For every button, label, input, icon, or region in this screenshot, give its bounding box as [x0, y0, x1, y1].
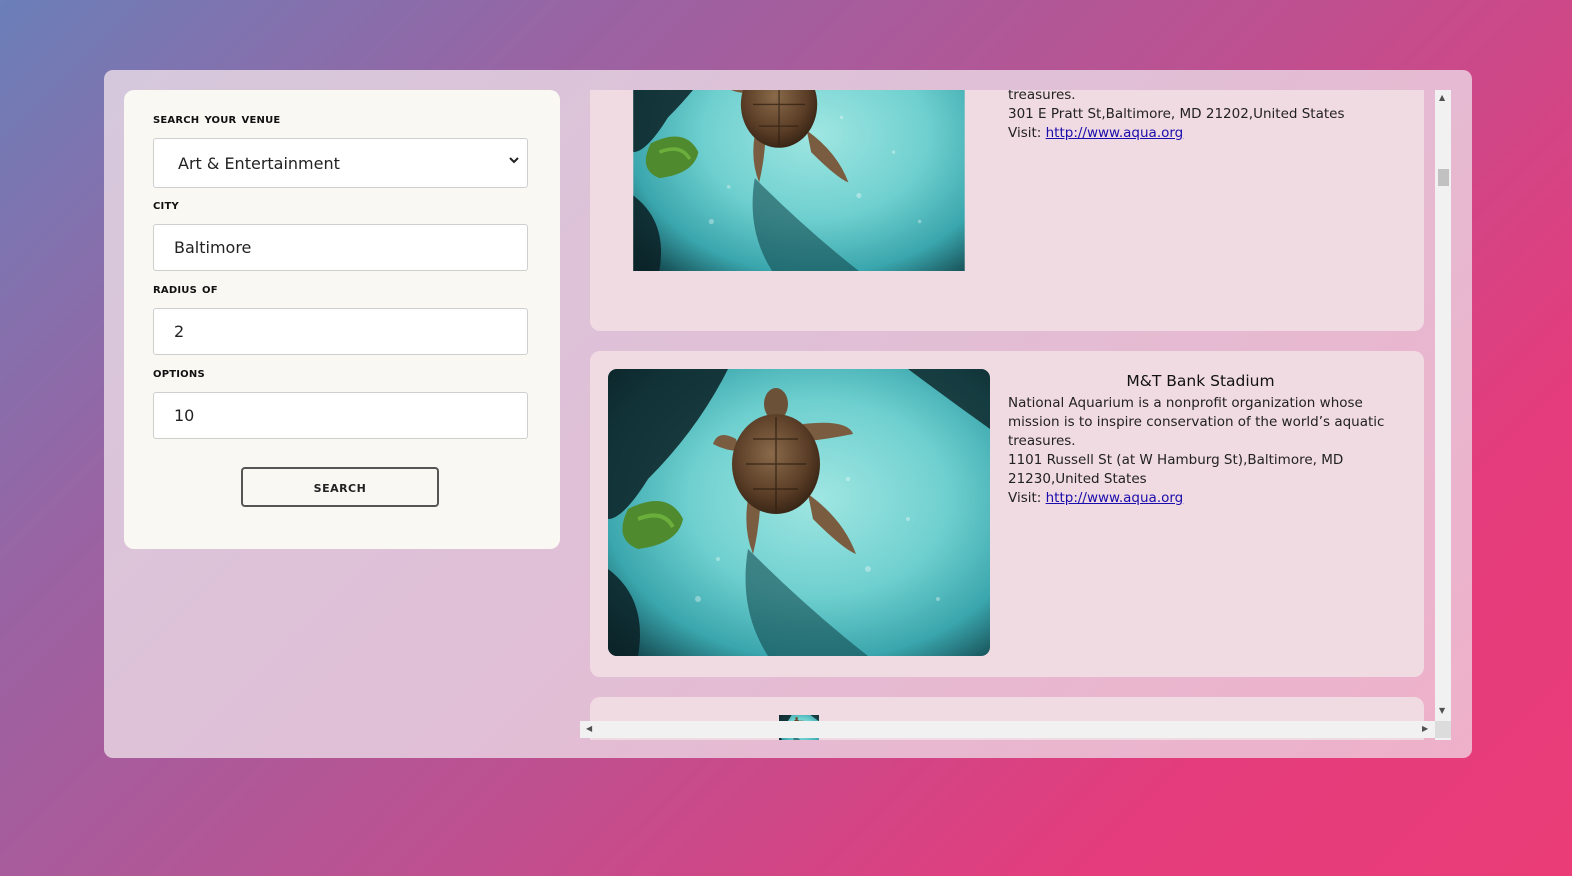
result-address: 301 E Pratt St,Baltimore, MD 21202,Unite…	[1008, 106, 1345, 122]
city-input-value: Baltimore	[174, 238, 252, 257]
arrow-right-icon[interactable]: ▶	[1422, 725, 1428, 733]
result-visit: Visit: http://www.aqua.org	[1008, 124, 1393, 143]
result-image	[608, 369, 990, 656]
result-info: M&T Bank Stadium National Aquarium is a …	[1008, 372, 1393, 508]
result-info: treasures. 301 E Pratt St,Baltimore, MD …	[1008, 90, 1393, 143]
chevron-down-icon	[509, 157, 519, 164]
scrollbar-corner	[1435, 721, 1451, 738]
arrow-up-icon[interactable]: ▲	[1439, 94, 1445, 102]
radius-input[interactable]: 2	[153, 308, 528, 355]
result-title: M&T Bank Stadium	[1126, 372, 1275, 390]
visit-prefix: Visit:	[1008, 490, 1046, 506]
visit-prefix: Visit:	[1008, 125, 1046, 141]
vertical-scrollbar[interactable]: ▲ ▼	[1435, 90, 1451, 740]
options-label: options	[153, 365, 205, 381]
scroll-thumb[interactable]	[1438, 169, 1449, 186]
options-input[interactable]: 10	[153, 392, 528, 439]
result-card: M&T Bank Stadium National Aquarium is a …	[590, 351, 1424, 677]
horizontal-scrollbar[interactable]: ◀ ▶	[580, 721, 1435, 738]
radius-label: radius of	[153, 281, 218, 297]
radius-input-value: 2	[174, 322, 185, 341]
result-visit: Visit: http://www.aqua.org	[1008, 489, 1393, 508]
search-button[interactable]: search	[241, 467, 439, 507]
result-card: treasures. 301 E Pratt St,Baltimore, MD …	[590, 90, 1424, 331]
result-link[interactable]: http://www.aqua.org	[1046, 125, 1184, 141]
result-description: treasures.	[1008, 90, 1076, 103]
venue-label: search your venue	[153, 111, 281, 127]
results-list[interactable]: treasures. 301 E Pratt St,Baltimore, MD …	[580, 90, 1452, 740]
arrow-left-icon[interactable]: ◀	[586, 725, 592, 733]
result-description: National Aquarium is a nonprofit organiz…	[1008, 395, 1385, 449]
city-label: city	[153, 197, 179, 213]
city-input[interactable]: Baltimore	[153, 224, 528, 271]
options-input-value: 10	[174, 406, 195, 425]
result-image	[608, 90, 990, 309]
venue-select-value: Art & Entertainment	[178, 153, 340, 173]
main-panel: search your venue Art & Entertainment ci…	[104, 70, 1472, 758]
venue-select[interactable]: Art & Entertainment	[153, 138, 528, 188]
result-link[interactable]: http://www.aqua.org	[1046, 490, 1184, 506]
result-address: 1101 Russell St (at W Hamburg St),Baltim…	[1008, 452, 1344, 487]
arrow-down-icon[interactable]: ▼	[1439, 707, 1445, 715]
search-form-card: search your venue Art & Entertainment ci…	[124, 90, 560, 549]
